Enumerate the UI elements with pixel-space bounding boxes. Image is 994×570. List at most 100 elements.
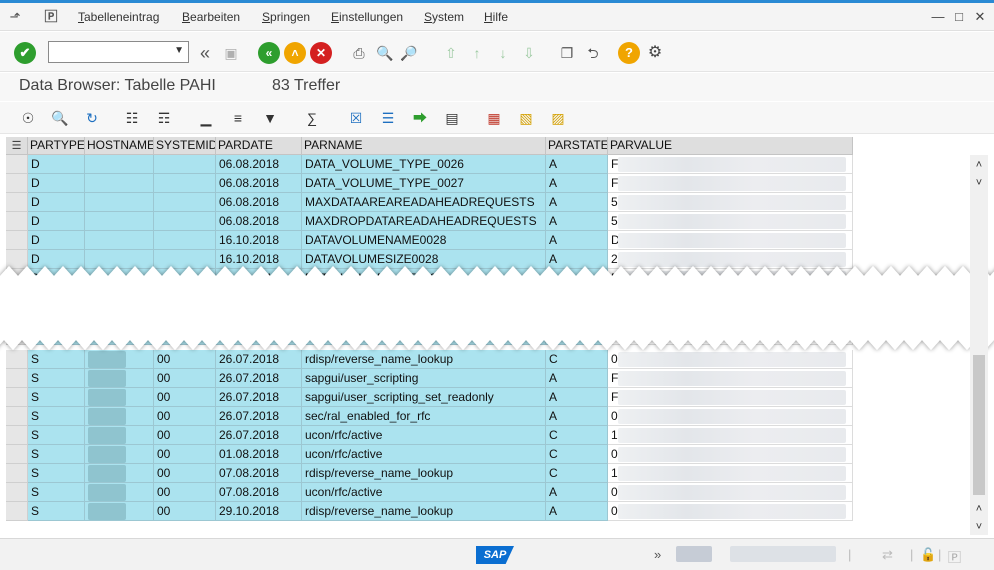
check-entries-icon[interactable]: 🔍 (50, 108, 70, 128)
row-selector[interactable] (6, 502, 28, 521)
cell-parstate[interactable]: A (546, 231, 608, 250)
cell-parname[interactable]: DATA_VOLUME_TYPE_0026 (302, 155, 546, 174)
transaction-icon[interactable]: ⇄ (882, 547, 893, 563)
cell-pardate[interactable]: 07.08.2018 (216, 464, 302, 483)
settings-icon[interactable]: ⚙ (644, 42, 666, 64)
column-header-parstate[interactable]: PARSTATE (546, 137, 608, 155)
cell-parstate[interactable]: A (546, 155, 608, 174)
menu-einstellungen[interactable]: Einstellungen (331, 10, 403, 24)
row-selector[interactable] (6, 369, 28, 388)
row-selector[interactable] (6, 426, 28, 445)
cell-parname[interactable]: ucon/rfc/active (302, 426, 546, 445)
row-selector[interactable] (6, 231, 28, 250)
local-file-icon[interactable]: ⮕ (410, 108, 430, 128)
row-selector[interactable] (6, 445, 28, 464)
cell-hostname[interactable] (85, 231, 154, 250)
enter-icon[interactable]: ✔ (14, 42, 36, 64)
cell-parstate[interactable]: A (546, 369, 608, 388)
export-excel-icon[interactable]: ☒ (346, 108, 366, 128)
cell-parname[interactable]: ucon/rfc/active (302, 445, 546, 464)
window-menu-icon[interactable]: ⬏ (6, 9, 24, 25)
cell-parstate[interactable]: A (546, 174, 608, 193)
cell-hostname[interactable] (85, 155, 154, 174)
column-header-parname[interactable]: PARNAME (302, 137, 546, 155)
cell-partype[interactable]: S (28, 407, 85, 426)
up-icon[interactable]: ˄ (284, 42, 306, 64)
cell-parname[interactable]: rdisp/reverse_name_lookup (302, 502, 546, 521)
select-all-icon[interactable]: ☷ (122, 108, 142, 128)
sap-menu-icon[interactable]: 🄿 (42, 9, 60, 25)
scroll-up-icon[interactable]: ˄ (970, 501, 988, 517)
refresh-icon[interactable]: ↻ (82, 108, 102, 128)
scrollbar-thumb[interactable] (973, 355, 985, 495)
cell-systemid[interactable] (154, 231, 216, 250)
cell-partype[interactable]: S (28, 464, 85, 483)
print-icon[interactable]: ⎙ (348, 42, 370, 64)
table-settings-icon[interactable]: ☰ (12, 140, 22, 152)
row-selector[interactable] (6, 155, 28, 174)
cell-pardate[interactable]: 01.08.2018 (216, 445, 302, 464)
lock-icon[interactable]: 🔓 (920, 547, 936, 563)
cell-pardate[interactable]: 06.08.2018 (216, 155, 302, 174)
cell-hostname[interactable] (85, 212, 154, 231)
cell-parstate[interactable]: C (546, 464, 608, 483)
column-header-systemid[interactable]: SYSTEMID (154, 137, 216, 155)
cell-partype[interactable]: S (28, 502, 85, 521)
back-icon[interactable]: « (194, 42, 216, 64)
cell-hostname[interactable] (85, 193, 154, 212)
close-icon[interactable]: ✕ (972, 9, 988, 25)
status-sap-icon[interactable]: 🄿 (948, 547, 961, 566)
vertical-scrollbar[interactable]: ˄ ˅ ˄ ˅ (970, 155, 988, 535)
cancel-icon[interactable]: ✕ (310, 42, 332, 64)
save-layout-icon[interactable]: ▨ (548, 108, 568, 128)
cell-systemid[interactable]: 00 (154, 464, 216, 483)
cell-systemid[interactable]: 00 (154, 502, 216, 521)
help-icon[interactable]: ? (618, 42, 640, 64)
cell-pardate[interactable]: 06.08.2018 (216, 212, 302, 231)
cell-pardate[interactable]: 06.08.2018 (216, 193, 302, 212)
cell-parstate[interactable]: A (546, 388, 608, 407)
cell-parstate[interactable]: C (546, 445, 608, 464)
details-icon[interactable]: ☉ (18, 108, 38, 128)
cell-partype[interactable]: D (28, 231, 85, 250)
command-field[interactable]: ▼ (48, 41, 189, 63)
row-selector[interactable] (6, 212, 28, 231)
cell-parname[interactable]: ucon/rfc/active (302, 483, 546, 502)
cell-parname[interactable]: DATA_VOLUME_TYPE_0027 (302, 174, 546, 193)
shortcut-icon[interactable]: ⮌ (582, 42, 604, 64)
cell-systemid[interactable]: 00 (154, 426, 216, 445)
cell-parname[interactable]: sapgui/user_scripting (302, 369, 546, 388)
row-selector[interactable] (6, 464, 28, 483)
cell-pardate[interactable]: 26.07.2018 (216, 407, 302, 426)
row-selector[interactable] (6, 174, 28, 193)
scroll-up-icon[interactable]: ˅ (970, 175, 988, 191)
minimize-icon[interactable]: ― (930, 9, 946, 25)
scroll-down-icon[interactable]: ˅ (970, 519, 988, 535)
cell-partype[interactable]: D (28, 212, 85, 231)
cell-partype[interactable]: D (28, 193, 85, 212)
cell-systemid[interactable] (154, 174, 216, 193)
row-selector[interactable] (6, 483, 28, 502)
cell-pardate[interactable]: 16.10.2018 (216, 231, 302, 250)
total-icon[interactable]: ∑ (302, 108, 322, 128)
cell-parname[interactable]: rdisp/reverse_name_lookup (302, 464, 546, 483)
sort-ascending-icon[interactable]: ▁ (196, 108, 216, 128)
cell-systemid[interactable]: 00 (154, 369, 216, 388)
find-icon[interactable]: 🔍 (374, 42, 396, 64)
exit-icon[interactable]: « (258, 42, 280, 64)
cell-parname[interactable]: sapgui/user_scripting_set_readonly (302, 388, 546, 407)
cell-systemid[interactable]: 00 (154, 388, 216, 407)
cell-partype[interactable]: D (28, 155, 85, 174)
cell-parstate[interactable]: A (546, 193, 608, 212)
new-window-icon[interactable]: ❐ (556, 42, 578, 64)
menu-tabelleneintrag[interactable]: Tabelleneintrag (78, 10, 159, 24)
cell-pardate[interactable]: 26.07.2018 (216, 426, 302, 445)
cell-systemid[interactable]: 00 (154, 483, 216, 502)
cell-systemid[interactable] (154, 193, 216, 212)
sort-descending-icon[interactable]: ≡ (228, 108, 248, 128)
cell-pardate[interactable]: 07.08.2018 (216, 483, 302, 502)
word-processing-icon[interactable]: ☰ (378, 108, 398, 128)
cell-systemid[interactable]: 00 (154, 445, 216, 464)
menu-springen[interactable]: Springen (262, 10, 310, 24)
cell-systemid[interactable] (154, 212, 216, 231)
